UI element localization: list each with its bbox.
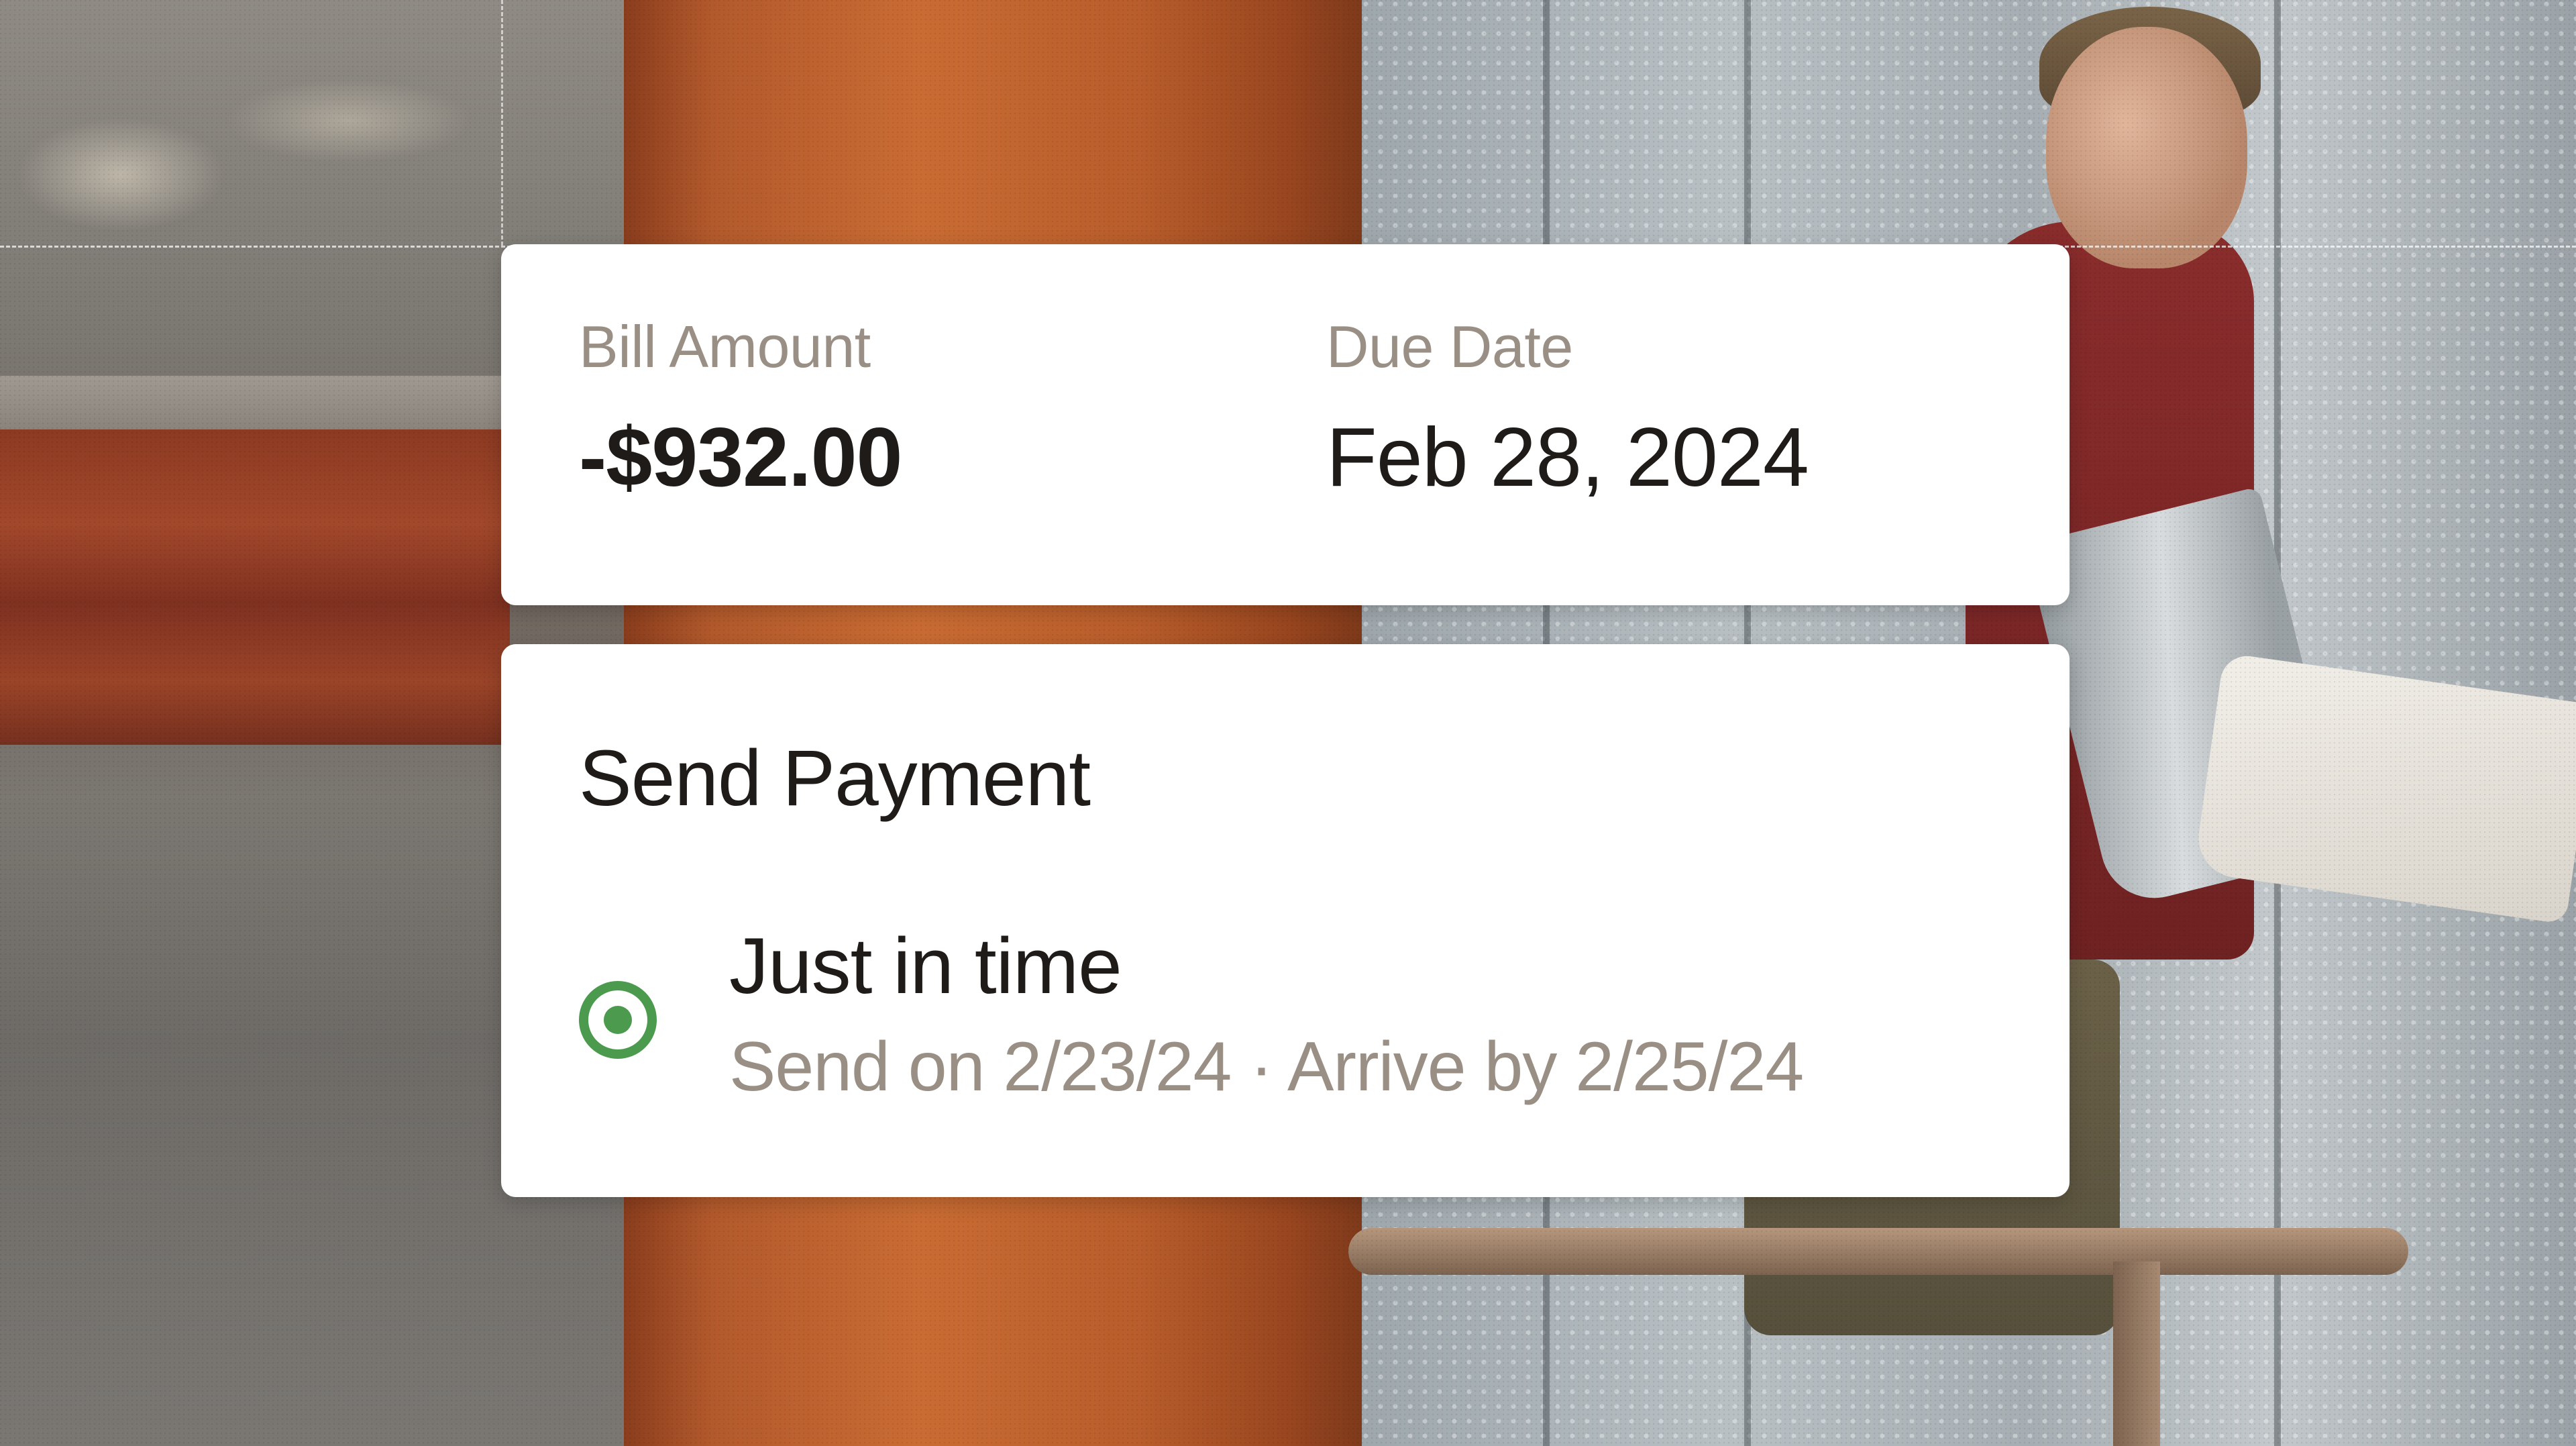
guide-line-vertical <box>501 0 503 246</box>
due-date-field: Due Date Feb 28, 2024 <box>1326 311 1809 507</box>
payment-option-schedule: Send on 2/23/24 · Arrive by 2/25/24 <box>729 1028 1804 1106</box>
radio-dot <box>604 1006 632 1034</box>
due-date-value: Feb 28, 2024 <box>1326 411 1809 504</box>
background-red-panel <box>0 429 510 745</box>
payment-option-title: Just in time <box>729 922 1122 1011</box>
background-person-head <box>2046 27 2247 268</box>
bill-summary-card: Bill Amount -$932.00 Due Date Feb 28, 20… <box>501 244 2070 605</box>
bill-amount-field: Bill Amount -$932.00 <box>579 311 903 507</box>
radio-selected-icon[interactable] <box>579 981 657 1059</box>
payment-option-just-in-time[interactable]: Just in time Send on 2/23/24 · Arrive by… <box>579 919 1988 1107</box>
due-date-label: Due Date <box>1326 313 1573 380</box>
bill-amount-value: -$932.00 <box>579 411 903 504</box>
app-stage: Bill Amount -$932.00 Due Date Feb 28, 20… <box>0 0 2576 1446</box>
background-rail <box>1348 1228 2408 1275</box>
send-payment-title: Send Payment <box>579 734 1091 823</box>
background-rail-post <box>2113 1261 2160 1446</box>
send-payment-card: Send Payment Just in time Send on 2/23/2… <box>501 644 2070 1197</box>
bill-amount-label: Bill Amount <box>579 313 871 380</box>
